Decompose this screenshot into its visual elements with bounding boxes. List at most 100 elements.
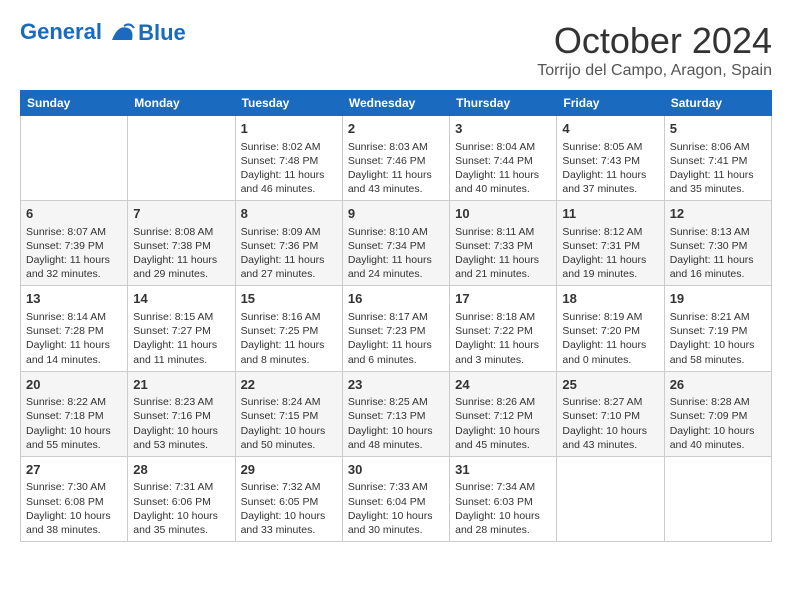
week-row-2: 13Sunrise: 8:14 AM Sunset: 7:28 PM Dayli… [21, 286, 772, 371]
day-info: Sunrise: 8:24 AM Sunset: 7:15 PM Dayligh… [241, 395, 337, 452]
day-info: Sunrise: 8:11 AM Sunset: 7:33 PM Dayligh… [455, 225, 551, 282]
calendar-cell: 14Sunrise: 8:15 AM Sunset: 7:27 PM Dayli… [128, 286, 235, 371]
logo-icon [110, 20, 136, 46]
day-info: Sunrise: 8:12 AM Sunset: 7:31 PM Dayligh… [562, 225, 658, 282]
location: Torrijo del Campo, Aragon, Spain [537, 62, 772, 80]
day-info: Sunrise: 8:17 AM Sunset: 7:23 PM Dayligh… [348, 310, 444, 367]
day-info: Sunrise: 7:34 AM Sunset: 6:03 PM Dayligh… [455, 480, 551, 537]
calendar-cell [664, 456, 771, 541]
month-title: October 2024 [537, 20, 772, 62]
day-number: 31 [455, 461, 551, 479]
header-friday: Friday [557, 91, 664, 116]
day-info: Sunrise: 8:05 AM Sunset: 7:43 PM Dayligh… [562, 140, 658, 197]
day-number: 9 [348, 205, 444, 223]
logo-general: General [20, 19, 102, 44]
calendar-cell: 11 Sunrise: 8:12 AM Sunset: 7:31 PM Dayli… [557, 201, 664, 286]
day-number: 6 [26, 205, 122, 223]
calendar-cell: 15 Sunrise: 8:16 AM Sunset: 7:25 PM Dayli… [235, 286, 342, 371]
day-info: Sunrise: 8:28 AM Sunset: 7:09 PM Dayligh… [670, 395, 766, 452]
calendar-cell: 12Sunrise: 8:13 AM Sunset: 7:30 PM Dayli… [664, 201, 771, 286]
calendar-cell: 25Sunrise: 8:27 AM Sunset: 7:10 PM Dayli… [557, 371, 664, 456]
day-info: Sunrise: 8:07 AM Sunset: 7:39 PM Dayligh… [26, 225, 122, 282]
calendar-cell: 6 Sunrise: 8:07 AM Sunset: 7:39 PM Daylig… [21, 201, 128, 286]
day-number: 21 [133, 376, 229, 394]
calendar-cell: 27Sunrise: 7:30 AM Sunset: 6:08 PM Dayli… [21, 456, 128, 541]
calendar-cell [21, 116, 128, 201]
calendar-cell: 2Sunrise: 8:03 AM Sunset: 7:46 PM Daylig… [342, 116, 449, 201]
day-number: 28 [133, 461, 229, 479]
calendar-cell: 29Sunrise: 7:32 AM Sunset: 6:05 PM Dayli… [235, 456, 342, 541]
day-number: 5 [670, 120, 766, 138]
calendar-cell: 8Sunrise: 8:09 AM Sunset: 7:36 PM Daylig… [235, 201, 342, 286]
day-info: Sunrise: 8:21 AM Sunset: 7:19 PM Dayligh… [670, 310, 766, 367]
title-block: October 2024 Torrijo del Campo, Aragon, … [537, 20, 772, 80]
day-number: 27 [26, 461, 122, 479]
day-info: Sunrise: 8:06 AM Sunset: 7:41 PM Dayligh… [670, 140, 766, 197]
day-number: 24 [455, 376, 551, 394]
calendar-cell: 4 Sunrise: 8:05 AM Sunset: 7:43 PM Daylig… [557, 116, 664, 201]
calendar-cell: 3Sunrise: 8:04 AM Sunset: 7:44 PM Daylig… [450, 116, 557, 201]
day-info: Sunrise: 8:19 AM Sunset: 7:20 PM Dayligh… [562, 310, 658, 367]
day-number: 18 [562, 290, 658, 308]
day-number: 17 [455, 290, 551, 308]
day-info: Sunrise: 8:15 AM Sunset: 7:27 PM Dayligh… [133, 310, 229, 367]
day-number: 15 [241, 290, 337, 308]
day-number: 8 [241, 205, 337, 223]
day-info: Sunrise: 7:33 AM Sunset: 6:04 PM Dayligh… [348, 480, 444, 537]
calendar-cell: 1 Sunrise: 8:02 AM Sunset: 7:48 PM Daylig… [235, 116, 342, 201]
calendar-cell: 17 Sunrise: 8:18 AM Sunset: 7:22 PM Dayli… [450, 286, 557, 371]
day-info: Sunrise: 8:18 AM Sunset: 7:22 PM Dayligh… [455, 310, 551, 367]
calendar-cell: 9 Sunrise: 8:10 AM Sunset: 7:34 PM Daylig… [342, 201, 449, 286]
day-number: 25 [562, 376, 658, 394]
day-info: Sunrise: 8:03 AM Sunset: 7:46 PM Dayligh… [348, 140, 444, 197]
calendar-cell: 24Sunrise: 8:26 AM Sunset: 7:12 PM Dayli… [450, 371, 557, 456]
logo-blue: Blue [138, 20, 186, 46]
day-info: Sunrise: 8:23 AM Sunset: 7:16 PM Dayligh… [133, 395, 229, 452]
calendar-cell: 22Sunrise: 8:24 AM Sunset: 7:15 PM Dayli… [235, 371, 342, 456]
day-info: Sunrise: 8:27 AM Sunset: 7:10 PM Dayligh… [562, 395, 658, 452]
calendar-table: SundayMondayTuesdayWednesdayThursdayFrid… [20, 90, 772, 542]
day-info: Sunrise: 8:25 AM Sunset: 7:13 PM Dayligh… [348, 395, 444, 452]
week-row-1: 6 Sunrise: 8:07 AM Sunset: 7:39 PM Daylig… [21, 201, 772, 286]
day-info: Sunrise: 7:31 AM Sunset: 6:06 PM Dayligh… [133, 480, 229, 537]
day-number: 26 [670, 376, 766, 394]
day-number: 29 [241, 461, 337, 479]
day-info: Sunrise: 7:32 AM Sunset: 6:05 PM Dayligh… [241, 480, 337, 537]
day-info: Sunrise: 8:14 AM Sunset: 7:28 PM Dayligh… [26, 310, 122, 367]
header-monday: Monday [128, 91, 235, 116]
day-info: Sunrise: 8:22 AM Sunset: 7:18 PM Dayligh… [26, 395, 122, 452]
header-wednesday: Wednesday [342, 91, 449, 116]
day-info: Sunrise: 8:10 AM Sunset: 7:34 PM Dayligh… [348, 225, 444, 282]
header-thursday: Thursday [450, 91, 557, 116]
calendar-body: 1 Sunrise: 8:02 AM Sunset: 7:48 PM Daylig… [21, 116, 772, 542]
day-number: 11 [562, 205, 658, 223]
header-sunday: Sunday [21, 91, 128, 116]
calendar-cell: 21Sunrise: 8:23 AM Sunset: 7:16 PM Dayli… [128, 371, 235, 456]
day-info: Sunrise: 8:16 AM Sunset: 7:25 PM Dayligh… [241, 310, 337, 367]
calendar-cell: 26Sunrise: 8:28 AM Sunset: 7:09 PM Dayli… [664, 371, 771, 456]
day-info: Sunrise: 8:08 AM Sunset: 7:38 PM Dayligh… [133, 225, 229, 282]
day-info: Sunrise: 7:30 AM Sunset: 6:08 PM Dayligh… [26, 480, 122, 537]
day-number: 4 [562, 120, 658, 138]
week-row-3: 20Sunrise: 8:22 AM Sunset: 7:18 PM Dayli… [21, 371, 772, 456]
day-number: 1 [241, 120, 337, 138]
calendar-cell: 13Sunrise: 8:14 AM Sunset: 7:28 PM Dayli… [21, 286, 128, 371]
day-number: 7 [133, 205, 229, 223]
calendar-cell: 23Sunrise: 8:25 AM Sunset: 7:13 PM Dayli… [342, 371, 449, 456]
day-number: 22 [241, 376, 337, 394]
calendar-cell: 20Sunrise: 8:22 AM Sunset: 7:18 PM Dayli… [21, 371, 128, 456]
day-info: Sunrise: 8:02 AM Sunset: 7:48 PM Dayligh… [241, 140, 337, 197]
week-row-0: 1 Sunrise: 8:02 AM Sunset: 7:48 PM Daylig… [21, 116, 772, 201]
calendar-cell [557, 456, 664, 541]
day-info: Sunrise: 8:13 AM Sunset: 7:30 PM Dayligh… [670, 225, 766, 282]
calendar-cell: 7 Sunrise: 8:08 AM Sunset: 7:38 PM Daylig… [128, 201, 235, 286]
calendar-cell: 28Sunrise: 7:31 AM Sunset: 6:06 PM Dayli… [128, 456, 235, 541]
calendar-cell: 19Sunrise: 8:21 AM Sunset: 7:19 PM Dayli… [664, 286, 771, 371]
page-header: General Blue October 2024 Torrijo del Ca… [20, 20, 772, 80]
week-row-4: 27Sunrise: 7:30 AM Sunset: 6:08 PM Dayli… [21, 456, 772, 541]
day-info: Sunrise: 8:04 AM Sunset: 7:44 PM Dayligh… [455, 140, 551, 197]
logo: General Blue [20, 20, 186, 46]
day-number: 16 [348, 290, 444, 308]
calendar-cell: 31Sunrise: 7:34 AM Sunset: 6:03 PM Dayli… [450, 456, 557, 541]
day-number: 23 [348, 376, 444, 394]
